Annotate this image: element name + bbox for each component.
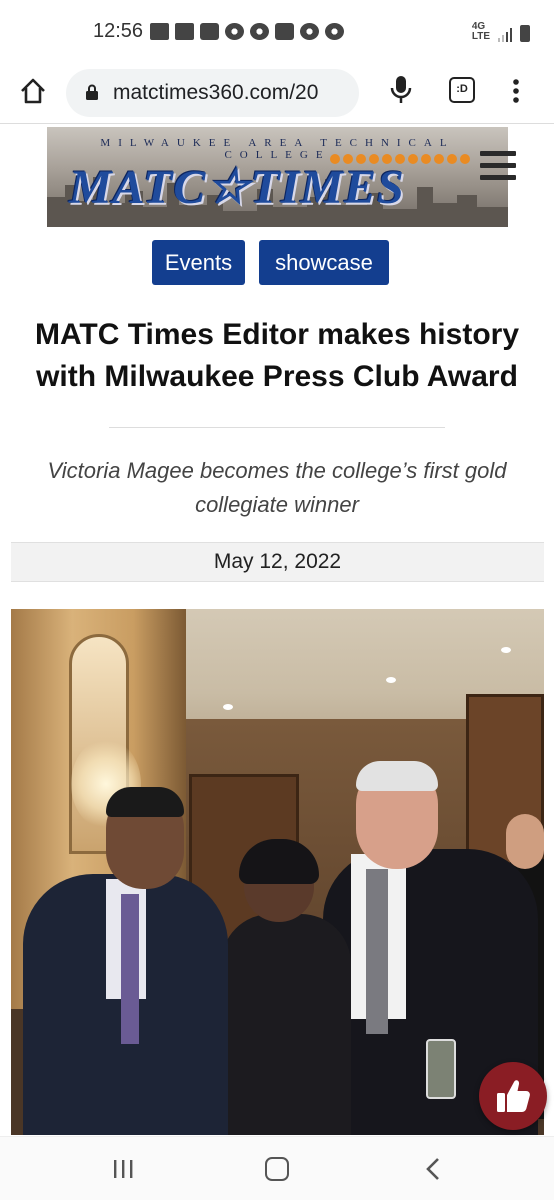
mail-icon	[175, 23, 194, 40]
status-bar: 12:56 4G LTE	[0, 0, 554, 62]
category-tags: Events showcase	[0, 240, 554, 286]
url-text: matctimes360.com/20	[113, 81, 319, 104]
site-header: MILWAUKEE AREA TECHNICAL COLLEGE MATC☆TI…	[0, 124, 554, 234]
notification-icons	[150, 23, 344, 40]
system-nav-bar	[0, 1136, 554, 1200]
sync-icon	[325, 23, 344, 40]
status-time: 12:56	[93, 20, 144, 42]
lock-icon	[86, 84, 98, 100]
title-divider	[109, 427, 445, 428]
pokeball-icon	[300, 23, 319, 40]
browser-toolbar: matctimes360.com/20 :D	[0, 62, 554, 124]
category-tag-showcase[interactable]: showcase	[259, 240, 389, 285]
microphone-icon[interactable]	[388, 74, 414, 106]
article-subtitle: Victoria Magee becomes the college’s fir…	[47, 458, 507, 517]
banner-title: MATC☆TIMES	[69, 161, 405, 214]
battery-icon	[520, 25, 530, 42]
home-icon[interactable]	[265, 1157, 289, 1181]
home-icon[interactable]	[18, 76, 48, 106]
article-photo[interactable]	[11, 609, 544, 1135]
category-tag-events[interactable]: Events	[152, 240, 245, 285]
hamburger-menu-icon[interactable]	[480, 151, 518, 185]
trophy-icon	[275, 23, 294, 40]
article-date: May 12, 2022	[11, 542, 544, 582]
overflow-menu-icon[interactable]	[506, 76, 526, 106]
signal-icon	[498, 28, 512, 42]
article-title: MATC Times Editor makes history with Mil…	[34, 318, 519, 393]
address-bar[interactable]: matctimes360.com/20	[66, 69, 359, 117]
system-status: 4G LTE	[472, 22, 530, 42]
recents-icon[interactable]	[112, 1159, 134, 1179]
thumbs-up-icon	[497, 1080, 530, 1112]
site-logo-banner[interactable]: MILWAUKEE AREA TECHNICAL COLLEGE MATC☆TI…	[47, 127, 508, 227]
tab-switcher-button[interactable]: :D	[449, 77, 475, 103]
like-button[interactable]	[479, 1062, 547, 1130]
pokeball-icon	[250, 23, 269, 40]
trophy-icon	[200, 23, 219, 40]
network-type-icon: 4G LTE	[471, 21, 490, 42]
back-icon[interactable]	[424, 1157, 442, 1181]
mail-icon	[150, 23, 169, 40]
pokeball-icon	[225, 23, 244, 40]
